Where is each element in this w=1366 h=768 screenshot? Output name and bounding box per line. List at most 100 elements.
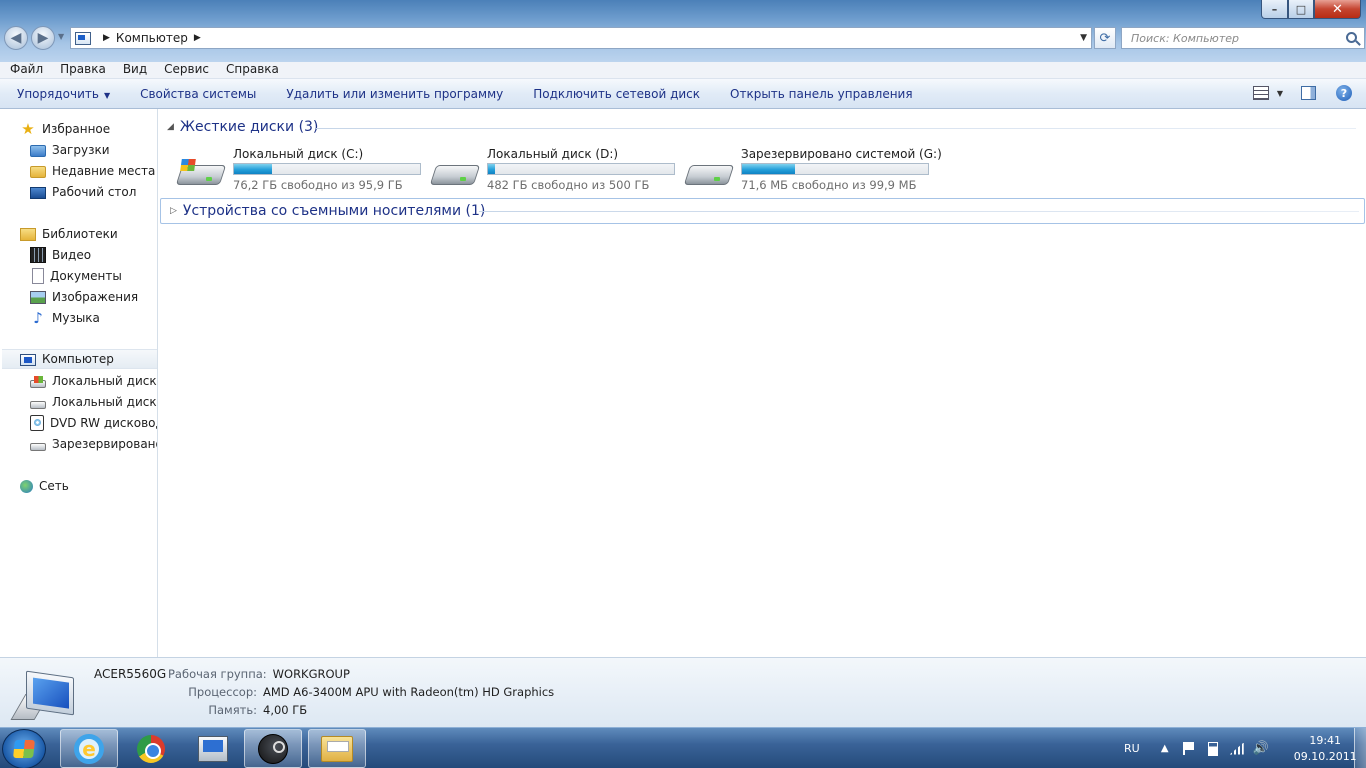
- view-options-dropdown[interactable]: ▼: [1277, 89, 1283, 98]
- menu-file[interactable]: Файл: [0, 62, 50, 78]
- action-center-flag-icon[interactable]: [1182, 742, 1196, 756]
- network-icon: [20, 480, 33, 493]
- nav-network[interactable]: Сеть: [20, 476, 69, 496]
- cpu-value: AMD A6-3400M APU with Radeon(tm) HD Grap…: [263, 685, 555, 699]
- dvd-drive-icon: [30, 415, 44, 431]
- navigation-pane: ★ Избранное Загрузки Недавние места Рабоч…: [0, 109, 158, 657]
- refresh-button[interactable]: ⟳: [1094, 27, 1116, 49]
- nav-drive-c[interactable]: Локальный диск (C: [30, 371, 157, 391]
- change-view-icon[interactable]: [1252, 86, 1269, 100]
- volume-icon[interactable]: 🔊: [1253, 741, 1269, 756]
- hard-drive-icon: [30, 400, 46, 409]
- breadcrumb-chevron-icon[interactable]: ▶: [103, 33, 110, 43]
- menu-tools[interactable]: Сервис: [154, 62, 216, 78]
- drive-usage-fill: [488, 164, 495, 174]
- nav-label: Изображения: [52, 290, 139, 304]
- drive-name: Зарезервировано системой (G:): [741, 147, 942, 161]
- menu-help[interactable]: Справка: [216, 62, 286, 78]
- maximize-button[interactable]: □: [1288, 0, 1314, 19]
- wifi-signal-icon[interactable]: [1229, 742, 1244, 756]
- workgroup-label: Рабочая группа:: [168, 667, 267, 681]
- chevron-down-icon: ▼: [103, 90, 111, 100]
- window-controls: – □ ✕: [1261, 0, 1361, 19]
- minimize-button[interactable]: –: [1261, 0, 1288, 19]
- nav-label: Музыка: [52, 311, 100, 325]
- menu-view[interactable]: Вид: [113, 62, 154, 78]
- nav-documents[interactable]: Документы: [30, 266, 122, 286]
- removable-devices-group[interactable]: ▷ Устройства со съемными носителями (1): [160, 198, 1365, 224]
- help-icon[interactable]: ?: [1336, 85, 1352, 101]
- taskbar-internet-explorer[interactable]: e: [60, 729, 118, 768]
- windows-drive-icon: [30, 375, 46, 388]
- taskbar-chrome[interactable]: [122, 729, 180, 768]
- collapse-triangle-icon[interactable]: ◢: [167, 122, 174, 132]
- breadcrumb-chevron-icon[interactable]: ▶: [194, 33, 201, 43]
- nav-downloads[interactable]: Загрузки: [30, 140, 110, 160]
- preview-pane-icon[interactable]: [1301, 86, 1316, 100]
- taskbar-computer-management[interactable]: [184, 729, 242, 768]
- taskbar-steam[interactable]: [244, 729, 302, 768]
- nav-favorites[interactable]: ★ Избранное: [20, 119, 110, 139]
- address-history-dropdown[interactable]: ▼: [1080, 33, 1087, 43]
- nav-label: Рабочий стол: [52, 185, 137, 199]
- language-indicator[interactable]: RU: [1124, 742, 1140, 755]
- forward-button[interactable]: ▶: [31, 26, 55, 50]
- nav-label: Документы: [50, 269, 122, 283]
- battery-icon[interactable]: [1206, 741, 1220, 756]
- nav-pictures[interactable]: Изображения: [30, 287, 138, 307]
- hard-disks-group-header[interactable]: ◢ Жесткие диски (3): [167, 119, 318, 135]
- group-title: Жесткие диски (3): [179, 119, 319, 135]
- clock[interactable]: 19:41 09.10.2011: [1294, 733, 1357, 765]
- nav-drive-d[interactable]: Локальный диск (D: [30, 392, 157, 412]
- start-button[interactable]: [2, 729, 46, 768]
- show-desktop-button[interactable]: [1354, 728, 1366, 768]
- uninstall-program-button[interactable]: Удалить или изменить программу: [286, 87, 503, 101]
- command-bar: Упорядочить ▼ Свойства системы Удалить ил…: [0, 79, 1366, 109]
- internet-explorer-icon: e: [74, 733, 104, 764]
- search-icon[interactable]: [1346, 32, 1357, 43]
- nav-videos[interactable]: Видео: [30, 245, 91, 265]
- nav-recent-places[interactable]: Недавние места: [30, 161, 155, 181]
- drive-tile-c[interactable]: Локальный диск (C:) 76,2 ГБ свободно из …: [175, 147, 427, 197]
- memory-value: 4,00 ГБ: [263, 703, 308, 717]
- map-network-drive-button[interactable]: Подключить сетевой диск: [533, 87, 700, 101]
- organize-button[interactable]: Упорядочить ▼: [17, 87, 110, 101]
- expand-triangle-icon[interactable]: ▷: [170, 206, 177, 216]
- breadcrumb-computer[interactable]: Компьютер: [116, 31, 188, 45]
- nav-computer[interactable]: Компьютер: [2, 349, 157, 369]
- drive-tile-d[interactable]: Локальный диск (D:) 482 ГБ свободно из 5…: [429, 147, 681, 197]
- windows-explorer-icon: [321, 735, 353, 762]
- library-icon: [20, 227, 36, 241]
- removable-group-header[interactable]: ▷ Устройства со съемными носителями (1): [170, 203, 485, 219]
- nav-label: DVD RW дисковод (: [50, 416, 158, 430]
- back-button[interactable]: ◀: [4, 26, 28, 50]
- computer-management-icon: [198, 735, 228, 762]
- search-input[interactable]: Поиск: Компьютер: [1121, 27, 1365, 49]
- nav-label: Компьютер: [42, 352, 114, 366]
- documents-icon: [32, 268, 44, 284]
- menu-edit[interactable]: Правка: [50, 62, 113, 78]
- recent-pages-dropdown[interactable]: ▼: [58, 32, 64, 41]
- star-icon: ★: [21, 120, 35, 138]
- music-icon: ♪: [33, 309, 43, 327]
- nav-music[interactable]: ♪ Музыка: [30, 308, 100, 328]
- show-hidden-icons-button[interactable]: ▲: [1158, 742, 1172, 756]
- cpu-label: Процессор:: [188, 685, 257, 699]
- taskbar: e RU ▲ 🔊 19:41 09.10.2011: [0, 727, 1366, 768]
- taskbar-windows-explorer[interactable]: [308, 729, 366, 768]
- memory-row: Память: 4,00 ГБ: [163, 703, 307, 717]
- drive-tile-g[interactable]: Зарезервировано системой (G:) 71,6 МБ св…: [683, 147, 942, 197]
- close-button[interactable]: ✕: [1314, 0, 1361, 19]
- nav-dvd-drive[interactable]: DVD RW дисковод (: [30, 413, 158, 433]
- drive-free-space: 482 ГБ свободно из 500 ГБ: [487, 178, 650, 192]
- drive-usage-fill: [234, 164, 273, 174]
- nav-drive-g[interactable]: Зарезервировано с: [30, 434, 157, 454]
- address-bar[interactable]: ▶ Компьютер ▶ ▼: [70, 27, 1092, 49]
- windows-logo-icon: [13, 740, 35, 758]
- nav-libraries[interactable]: Библиотеки: [20, 224, 118, 244]
- nav-desktop[interactable]: Рабочий стол: [30, 182, 136, 202]
- nav-label: Избранное: [42, 122, 111, 136]
- open-control-panel-button[interactable]: Открыть панель управления: [730, 87, 913, 101]
- workgroup-value: WORKGROUP: [272, 667, 350, 681]
- system-properties-button[interactable]: Свойства системы: [140, 87, 256, 101]
